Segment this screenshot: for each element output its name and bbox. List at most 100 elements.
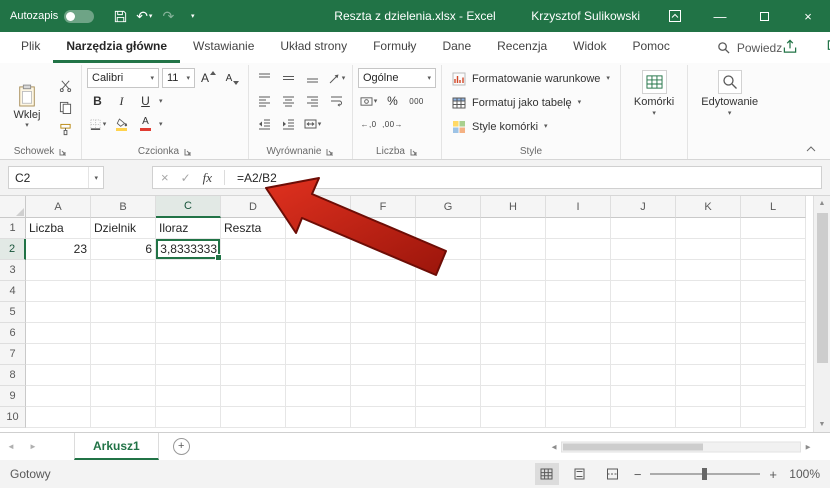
add-sheet-button[interactable]: +: [172, 438, 190, 455]
cell-C9[interactable]: [156, 386, 221, 407]
cell-F6[interactable]: [351, 323, 416, 344]
number-format-select[interactable]: Ogólne ▾: [358, 68, 436, 88]
cell-I3[interactable]: [546, 260, 611, 281]
accounting-format-button[interactable]: ▾: [358, 91, 379, 111]
cell-C6[interactable]: [156, 323, 221, 344]
cell-I4[interactable]: [546, 281, 611, 302]
font-dialog-launcher-icon[interactable]: [184, 148, 192, 156]
cell-G2[interactable]: [416, 239, 481, 260]
autosave-switch[interactable]: [64, 9, 95, 23]
column-header-K[interactable]: K: [676, 196, 741, 218]
column-header-D[interactable]: D: [221, 196, 286, 218]
cell-E2[interactable]: [286, 239, 351, 260]
cell-G3[interactable]: [416, 260, 481, 281]
align-center-button[interactable]: [278, 91, 299, 111]
cell-H10[interactable]: [481, 407, 546, 428]
row-header-4[interactable]: 4: [0, 281, 26, 302]
cell-J4[interactable]: [611, 281, 676, 302]
cell-K3[interactable]: [676, 260, 741, 281]
cell-D5[interactable]: [221, 302, 286, 323]
cell-J9[interactable]: [611, 386, 676, 407]
cell-B10[interactable]: [91, 407, 156, 428]
cell-F2[interactable]: [351, 239, 416, 260]
cell-L6[interactable]: [741, 323, 806, 344]
cell-J6[interactable]: [611, 323, 676, 344]
minimize-button[interactable]: —: [698, 0, 742, 32]
horizontal-scrollbar[interactable]: ◄ ►: [550, 441, 812, 452]
column-header-J[interactable]: J: [611, 196, 676, 218]
tab-wstawianie[interactable]: Wstawianie: [180, 32, 267, 63]
cell-J8[interactable]: [611, 365, 676, 386]
cell-I7[interactable]: [546, 344, 611, 365]
autosave-toggle[interactable]: Autozapis: [10, 9, 95, 23]
cell-E9[interactable]: [286, 386, 351, 407]
zoom-level[interactable]: 100%: [786, 467, 820, 481]
alignment-dialog-launcher-icon[interactable]: [326, 148, 334, 156]
cell-D3[interactable]: [221, 260, 286, 281]
cell-G1[interactable]: [416, 218, 481, 239]
cell-E7[interactable]: [286, 344, 351, 365]
enter-button[interactable]: ✓: [181, 171, 191, 185]
cell-J2[interactable]: [611, 239, 676, 260]
cell-K7[interactable]: [676, 344, 741, 365]
format-painter-button[interactable]: [55, 120, 76, 140]
cell-K8[interactable]: [676, 365, 741, 386]
increase-decimal-button[interactable]: ←,0: [358, 114, 379, 134]
cell-A4[interactable]: [26, 281, 91, 302]
increase-font-size-button[interactable]: A: [198, 68, 219, 88]
column-header-E[interactable]: E: [286, 196, 351, 218]
cell-K9[interactable]: [676, 386, 741, 407]
close-button[interactable]: ×: [786, 0, 830, 32]
row-header-7[interactable]: 7: [0, 344, 26, 365]
increase-indent-button[interactable]: [278, 114, 299, 134]
column-header-G[interactable]: G: [416, 196, 481, 218]
tab-dane[interactable]: Dane: [429, 32, 484, 63]
cell-C4[interactable]: [156, 281, 221, 302]
maximize-button[interactable]: [742, 0, 786, 32]
column-header-B[interactable]: B: [91, 196, 156, 218]
column-header-C[interactable]: C: [156, 196, 221, 218]
tab-pomoc[interactable]: Pomoc: [620, 32, 683, 63]
conditional-formatting-button[interactable]: Formatowanie warunkowe ▾: [447, 68, 615, 89]
cell-I2[interactable]: [546, 239, 611, 260]
comments-button[interactable]: [826, 39, 830, 57]
font-size-select[interactable]: 11 ▾: [162, 68, 195, 88]
decrease-indent-button[interactable]: [254, 114, 275, 134]
tab-uklad-strony[interactable]: Układ strony: [267, 32, 360, 63]
cell-J7[interactable]: [611, 344, 676, 365]
formula-bar-splitter[interactable]: [104, 166, 152, 189]
cell-H7[interactable]: [481, 344, 546, 365]
bold-button[interactable]: B: [87, 91, 108, 111]
cell-A1[interactable]: Liczba: [26, 218, 91, 239]
cell-B9[interactable]: [91, 386, 156, 407]
cell-E1[interactable]: [286, 218, 351, 239]
cell-B4[interactable]: [91, 281, 156, 302]
cell-F7[interactable]: [351, 344, 416, 365]
cell-F1[interactable]: [351, 218, 416, 239]
cell-G6[interactable]: [416, 323, 481, 344]
column-header-I[interactable]: I: [546, 196, 611, 218]
cell-D10[interactable]: [221, 407, 286, 428]
redo-button[interactable]: ↷: [158, 5, 178, 27]
zoom-in-button[interactable]: +: [769, 467, 777, 482]
page-break-view-button[interactable]: [601, 463, 625, 485]
cell-C5[interactable]: [156, 302, 221, 323]
tab-formuly[interactable]: Formuły: [360, 32, 429, 63]
cell-G5[interactable]: [416, 302, 481, 323]
cell-A5[interactable]: [26, 302, 91, 323]
column-header-A[interactable]: A: [26, 196, 91, 218]
cell-J3[interactable]: [611, 260, 676, 281]
cell-I8[interactable]: [546, 365, 611, 386]
cell-L2[interactable]: [741, 239, 806, 260]
normal-view-button[interactable]: [534, 463, 559, 485]
cell-D9[interactable]: [221, 386, 286, 407]
cell-G8[interactable]: [416, 365, 481, 386]
cell-G10[interactable]: [416, 407, 481, 428]
cell-C7[interactable]: [156, 344, 221, 365]
cell-B3[interactable]: [91, 260, 156, 281]
cell-F9[interactable]: [351, 386, 416, 407]
cell-L5[interactable]: [741, 302, 806, 323]
cell-B7[interactable]: [91, 344, 156, 365]
formula-input[interactable]: =A2/B2: [237, 171, 277, 185]
zoom-out-button[interactable]: −: [634, 467, 642, 482]
